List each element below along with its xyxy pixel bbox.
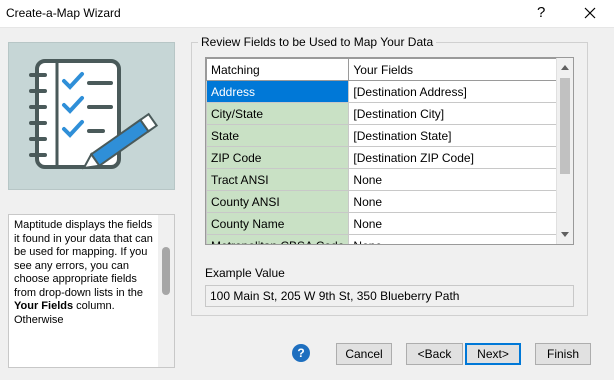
matching-cell[interactable]: State (206, 124, 350, 147)
grid-scroll-thumb[interactable] (560, 78, 570, 174)
description-scrollbar[interactable] (158, 215, 174, 367)
next-button[interactable]: Next> (465, 343, 521, 365)
title-help-button[interactable]: ? (537, 4, 545, 21)
matching-cell[interactable]: County ANSI (206, 190, 350, 213)
table-row[interactable]: County ANSI None (206, 190, 559, 213)
your-field-cell[interactable]: None (348, 168, 559, 191)
table-row[interactable]: Address [Destination Address] (206, 80, 559, 103)
your-field-cell[interactable]: [Destination Address] (348, 80, 559, 103)
matching-cell[interactable]: ZIP Code (206, 146, 350, 169)
left-panel: Maptitude displays the fields it found i… (8, 42, 175, 368)
example-value-label: Example Value (205, 266, 285, 280)
description-scroll-thumb[interactable] (162, 247, 170, 295)
scroll-up-icon[interactable] (561, 65, 569, 70)
window-title: Create-a-Map Wizard (6, 6, 121, 20)
description-box[interactable]: Maptitude displays the fields it found i… (8, 214, 175, 368)
matching-cell[interactable]: City/State (206, 102, 350, 125)
matching-cell[interactable]: Metropolitan CBSA Code (206, 234, 350, 244)
column-header-matching[interactable]: Matching (206, 58, 350, 81)
help-icon[interactable]: ? (292, 344, 310, 362)
table-row[interactable]: Tract ANSI None (206, 168, 559, 191)
example-value-field: 100 Main St, 205 W 9th St, 350 Blueberry… (205, 285, 574, 307)
table-row[interactable]: ZIP Code [Destination ZIP Code] (206, 146, 559, 169)
your-field-cell[interactable]: [Destination State] (348, 124, 559, 147)
finish-button[interactable]: Finish (535, 343, 591, 365)
your-field-cell[interactable]: [Destination City] (348, 102, 559, 125)
table-row[interactable]: Metropolitan CBSA Code None (206, 234, 559, 244)
matching-cell[interactable]: County Name (206, 212, 350, 235)
field-mapping-grid[interactable]: Matching Your Fields Address [Destinatio… (205, 57, 574, 245)
title-bar: Create-a-Map Wizard ? (0, 0, 614, 28)
table-row[interactable]: City/State [Destination City] (206, 102, 559, 125)
your-field-cell[interactable]: None (348, 190, 559, 213)
cancel-button[interactable]: Cancel (336, 343, 392, 365)
your-field-cell[interactable]: None (348, 234, 559, 244)
back-button[interactable]: <Back (406, 343, 463, 365)
matching-cell[interactable]: Tract ANSI (206, 168, 350, 191)
grid-scrollbar[interactable] (556, 58, 573, 244)
group-title: Review Fields to be Used to Map Your Dat… (198, 35, 437, 49)
scroll-down-icon[interactable] (561, 232, 569, 237)
your-field-cell[interactable]: [Destination ZIP Code] (348, 146, 559, 169)
description-text: Maptitude displays the fields it found i… (14, 219, 153, 326)
close-icon[interactable] (580, 3, 600, 23)
table-row[interactable]: County Name None (206, 212, 559, 235)
your-field-cell[interactable]: None (348, 212, 559, 235)
table-row[interactable]: State [Destination State] (206, 124, 559, 147)
column-header-your-fields[interactable]: Your Fields (348, 58, 559, 81)
checklist-pencil-icon (8, 42, 175, 190)
matching-cell[interactable]: Address (206, 80, 350, 103)
